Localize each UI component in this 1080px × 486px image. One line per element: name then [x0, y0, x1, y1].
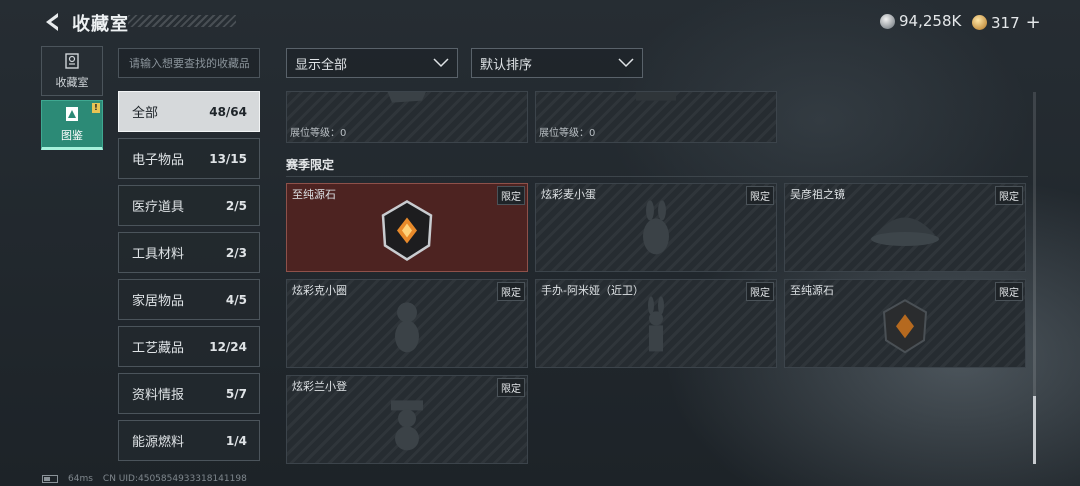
gold-currency: 317 + — [972, 12, 1041, 33]
originium-crystal-icon — [882, 298, 928, 353]
category-count: 12/24 — [209, 339, 247, 354]
tab-label: 图鉴 — [61, 129, 83, 142]
category-crafts[interactable]: 工艺藏品 12/24 — [118, 326, 260, 367]
sort-dropdown[interactable]: 默认排序 — [471, 48, 643, 78]
battery-icon — [42, 475, 58, 483]
limited-badge: 限定 — [497, 282, 525, 301]
figure-silhouette-icon — [391, 399, 423, 450]
collection-card[interactable]: 手办-阿米娅（近卫） 限定 — [535, 279, 777, 368]
back-arrow-icon — [46, 13, 58, 31]
display-filter-dropdown[interactable]: 显示全部 — [286, 48, 458, 78]
category-tools[interactable]: 工具材料 2/3 — [118, 232, 260, 273]
collection-card[interactable]: 展位等级：0 — [286, 91, 528, 143]
top-bar: 收藏室 94,258K 317 + — [0, 0, 1080, 42]
originium-crystal-icon — [381, 199, 433, 261]
category-label: 工艺藏品 — [132, 341, 185, 356]
collection-grid: 展位等级：0 展位等级：0 赛季限定 至纯源石 限定 炫彩麦小蛋 限定 吴彦祖之… — [286, 91, 1028, 467]
collection-card[interactable]: 展位等级：0 — [535, 91, 777, 143]
category-label: 家居物品 — [132, 294, 185, 309]
category-label: 资料情报 — [132, 388, 185, 403]
collection-card[interactable]: 炫彩麦小蛋 限定 — [535, 183, 777, 272]
item-silhouette-icon — [387, 92, 426, 103]
section-divider — [286, 176, 1028, 177]
collection-card[interactable]: 炫彩克小圈 限定 — [286, 279, 528, 368]
collection-card[interactable]: 至纯源石 限定 — [286, 183, 528, 272]
category-label: 能源燃料 — [132, 435, 185, 450]
category-label: 电子物品 — [132, 153, 185, 168]
trophy-icon — [65, 53, 79, 69]
dropdown-value: 默认排序 — [480, 57, 533, 73]
mirror-silhouette-icon — [871, 217, 939, 246]
limited-badge: 限定 — [995, 186, 1023, 205]
category-count: 2/3 — [225, 245, 247, 260]
item-name: 炫彩克小圈 — [292, 284, 347, 297]
item-name: 吴彦祖之镜 — [790, 188, 845, 201]
category-intel[interactable]: 资料情报 5/7 — [118, 373, 260, 414]
item-name: 至纯源石 — [292, 188, 336, 201]
player-uid: CN UID:4505854933318141198 — [102, 474, 247, 484]
collection-card[interactable]: 炫彩兰小登 限定 — [286, 375, 528, 464]
add-currency-button[interactable]: + — [1026, 12, 1041, 33]
category-count: 1/4 — [225, 433, 247, 448]
title-decoration — [128, 15, 236, 27]
category-all[interactable]: 全部 48/64 — [118, 91, 260, 132]
tab-codex[interactable]: ! 图鉴 — [41, 100, 103, 150]
dropdown-value: 显示全部 — [295, 57, 348, 73]
chevron-down-icon — [618, 58, 634, 68]
category-count: 5/7 — [225, 386, 247, 401]
page-title: 收藏室 — [72, 14, 129, 35]
category-count: 13/15 — [209, 151, 247, 166]
figure-silhouette-icon — [643, 199, 669, 254]
category-label: 医疗道具 — [132, 200, 185, 215]
category-list: 全部 48/64 电子物品 13/15 医疗道具 2/5 工具材料 2/3 家居… — [118, 91, 260, 467]
limited-badge: 限定 — [746, 186, 774, 205]
silver-amount: 94,258K — [899, 12, 962, 30]
category-electronics[interactable]: 电子物品 13/15 — [118, 138, 260, 179]
gold-coin-icon — [972, 15, 987, 30]
silver-coin-icon — [880, 13, 895, 29]
item-silhouette-icon — [636, 92, 676, 101]
limited-badge: 限定 — [497, 186, 525, 205]
category-count: 2/5 — [225, 198, 247, 213]
category-count: 48/64 — [209, 104, 247, 119]
section-title: 赛季限定 — [286, 158, 335, 172]
figure-silhouette-icon — [648, 295, 664, 351]
category-home[interactable]: 家居物品 4/5 — [118, 279, 260, 320]
collection-card[interactable]: 吴彦祖之镜 限定 — [784, 183, 1026, 272]
item-name: 至纯源石 — [790, 284, 834, 297]
search-input[interactable] — [118, 48, 260, 78]
item-name: 手办-阿米娅（近卫） — [541, 284, 644, 297]
item-name: 炫彩麦小蛋 — [541, 188, 596, 201]
category-label: 全部 — [132, 106, 159, 121]
back-button[interactable] — [40, 10, 64, 34]
notification-badge: ! — [92, 103, 100, 113]
silver-currency: 94,258K — [880, 12, 961, 30]
display-level: 展位等级：0 — [539, 128, 596, 139]
limited-badge: 限定 — [746, 282, 774, 301]
status-footer: 64ms CN UID:4505854933318141198 — [42, 474, 247, 484]
display-level: 展位等级：0 — [290, 128, 347, 139]
category-energy[interactable]: 能源燃料 1/4 — [118, 420, 260, 461]
collection-card[interactable]: 至纯源石 限定 — [784, 279, 1026, 368]
figure-silhouette-icon — [395, 301, 419, 352]
chevron-down-icon — [433, 58, 449, 68]
ping-value: 64ms — [68, 474, 93, 484]
category-count: 4/5 — [225, 292, 247, 307]
item-name: 炫彩兰小登 — [292, 380, 347, 393]
tab-collection-room[interactable]: 收藏室 — [41, 46, 103, 96]
category-label: 工具材料 — [132, 247, 185, 262]
scrollbar-thumb[interactable] — [1033, 396, 1036, 464]
limited-badge: 限定 — [995, 282, 1023, 301]
limited-badge: 限定 — [497, 378, 525, 397]
category-medical[interactable]: 医疗道具 2/5 — [118, 185, 260, 226]
tab-label: 收藏室 — [55, 76, 89, 89]
left-nav: 收藏室 ! 图鉴 — [41, 46, 103, 154]
gold-amount: 317 — [991, 13, 1020, 32]
codex-icon — [66, 107, 78, 121]
